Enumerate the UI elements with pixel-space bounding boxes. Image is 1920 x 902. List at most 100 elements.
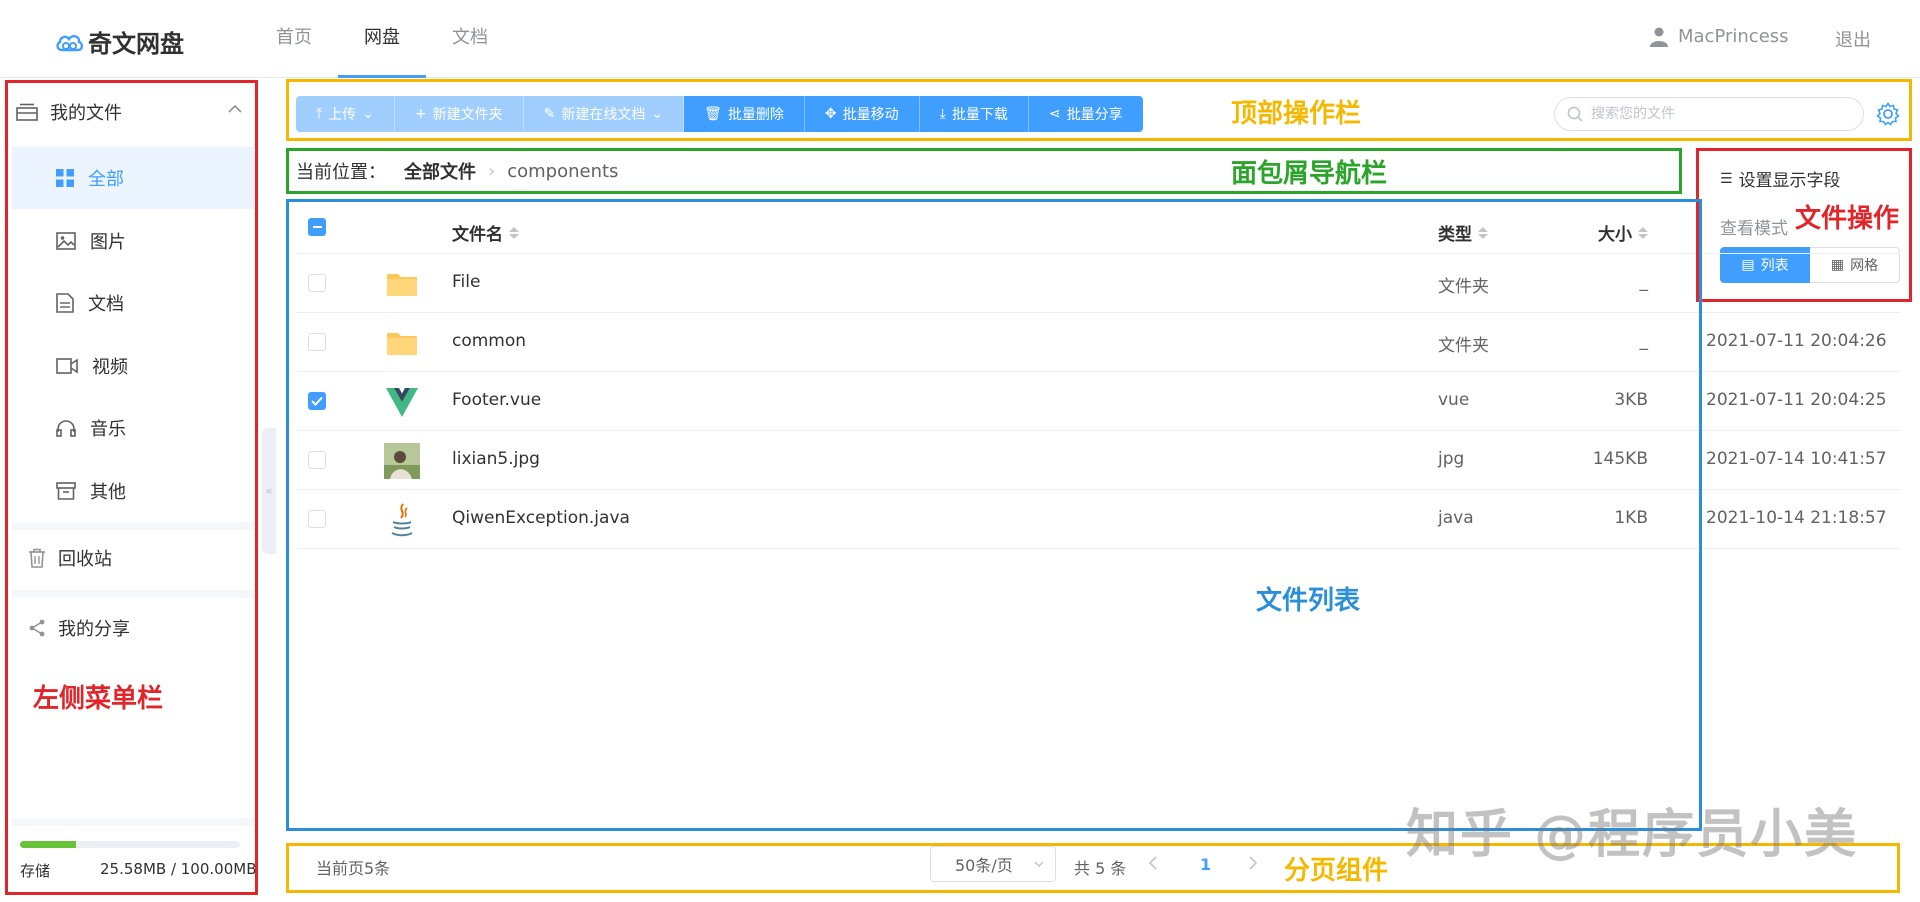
sidebar-item-images[interactable]: 图片 (12, 210, 254, 272)
row-checkbox[interactable] (308, 274, 326, 292)
trash-icon (29, 548, 45, 568)
storage-value: 25.58MB / 100.00MB (100, 860, 257, 878)
table-row[interactable]: lixian5.jpg jpg 145KB 2021-07-14 10:41:5… (296, 431, 1900, 490)
breadcrumb-label: 当前位置： (296, 162, 386, 183)
row-checkbox[interactable] (308, 392, 326, 410)
plus-icon: + (414, 106, 427, 122)
file-name[interactable]: Footer.vue (452, 390, 541, 410)
new-online-doc-button[interactable]: ✎ 新建在线文档 ⌄ (523, 96, 685, 132)
header-type-label: 类型 (1438, 225, 1472, 245)
file-size: 1KB (1614, 508, 1648, 528)
new-folder-button[interactable]: + 新建文件夹 (394, 96, 524, 132)
breadcrumb-root[interactable]: 全部文件 (404, 158, 476, 184)
file-name[interactable]: common (452, 331, 526, 351)
table-row[interactable]: File 文件夹 _ (296, 254, 1900, 313)
sort-icon[interactable] (1638, 226, 1648, 239)
sidebar-item-all[interactable]: 全部 (12, 147, 254, 209)
check-icon (311, 396, 323, 406)
page-number[interactable]: 1 (1200, 855, 1211, 874)
row-checkbox[interactable] (308, 451, 326, 469)
document-icon (56, 293, 74, 313)
sidebar-item-other[interactable]: 其他 (12, 460, 254, 522)
chevron-down-icon: ⌄ (651, 106, 664, 122)
sidebar-item-recycle[interactable]: 回收站 (28, 545, 112, 571)
sidebar-item-documents[interactable]: 文档 (12, 272, 254, 334)
sidebar-item-label: 文档 (88, 294, 124, 315)
set-display-fields-button[interactable]: ☰ 设置显示字段 (1720, 166, 1841, 192)
upload-label: 上传 (328, 107, 357, 123)
search-input[interactable] (1591, 106, 1851, 122)
folder-icon (387, 274, 417, 296)
sidebar-item-label: 图片 (90, 232, 126, 253)
sidebar-item-music[interactable]: 音乐 (12, 397, 254, 459)
header-filename-label: 文件名 (452, 225, 503, 245)
header-filename[interactable]: 文件名 (452, 220, 519, 245)
search-icon (1567, 106, 1583, 122)
header-type[interactable]: 类型 (1438, 220, 1488, 245)
chevron-down-icon: ⌄ (362, 106, 374, 122)
batch-move-button[interactable]: ✥ 批量移动 (804, 96, 920, 132)
row-checkbox[interactable] (308, 333, 326, 351)
my-files-menu[interactable]: 我的文件 (16, 94, 242, 130)
chevron-down-icon (1034, 861, 1044, 868)
sidebar-item-videos[interactable]: 视频 (12, 335, 254, 397)
nav-home[interactable]: 首页 (250, 0, 338, 78)
headphones-icon (56, 420, 76, 437)
table-row[interactable]: QiwenException.java java 1KB 2021-10-14 … (296, 490, 1900, 549)
annotation-label-pagination: 分页组件 (1284, 856, 1389, 886)
batch-download-button[interactable]: ⤓ 批量下载 (919, 96, 1029, 132)
annotation-label-top-bar: 顶部操作栏 (1231, 99, 1362, 129)
storage-progress (20, 841, 240, 848)
storage-label: 存储 (20, 862, 51, 880)
shares-label: 我的分享 (58, 619, 130, 640)
nav-docs[interactable]: 文档 (426, 0, 514, 78)
prev-page-icon[interactable] (1146, 853, 1160, 873)
file-name[interactable]: lixian5.jpg (452, 449, 540, 469)
watermark: 知乎 @程序员小美 (1406, 805, 1859, 865)
collapse-sidebar-handle[interactable]: « (262, 428, 276, 554)
row-checkbox[interactable] (308, 510, 326, 528)
file-date: 2021-07-11 20:04:25 (1706, 390, 1887, 410)
java-icon (391, 503, 413, 537)
sidebar-divider (12, 818, 254, 826)
operation-toolbar: ⤒ 上传 ⌄ + 新建文件夹 ✎ 新建在线文档 ⌄ 🗑 批量删除 ✥ 批量移动 … (296, 96, 1143, 132)
sidebar-item-label: 其他 (90, 482, 126, 503)
gear-icon[interactable] (1876, 102, 1900, 126)
chevron-up-icon[interactable] (228, 104, 242, 114)
annotation-label-file-ops: 文件操作 (1795, 204, 1900, 234)
folder-icon (387, 333, 417, 355)
logout-button[interactable]: 退出 (1835, 26, 1871, 52)
page-size-select[interactable]: 50条/页 (930, 846, 1056, 882)
file-date: 2021-07-11 20:04:26 (1706, 331, 1887, 351)
upload-button[interactable]: ⤒ 上传 ⌄ (296, 96, 395, 132)
download-icon: ⤓ (939, 106, 946, 122)
username: MacPrincess (1678, 26, 1789, 47)
file-name[interactable]: QiwenException.java (452, 508, 630, 528)
batch-delete-button[interactable]: 🗑 批量删除 (684, 96, 805, 132)
batch-share-button[interactable]: ⋖ 批量分享 (1028, 96, 1143, 132)
table-row[interactable]: Footer.vue vue 3KB 2021-07-11 20:04:25 (296, 372, 1900, 431)
logo-text: 奇文网盘 (88, 30, 184, 58)
nav-netdisk[interactable]: 网盘 (338, 0, 426, 78)
annotation-label-breadcrumb: 面包屑导航栏 (1231, 159, 1388, 189)
share-icon (29, 619, 45, 637)
sidebar-divider (12, 522, 254, 530)
file-size: _ (1639, 272, 1649, 292)
table-row[interactable]: common 文件夹 _ 2021-07-11 20:04:26 (296, 313, 1900, 372)
new-online-doc-label: 新建在线文档 (561, 107, 646, 123)
next-page-icon[interactable] (1246, 853, 1260, 873)
logo[interactable]: 奇文网盘 (54, 24, 184, 59)
user-menu[interactable]: MacPrincess (1650, 26, 1789, 47)
sort-icon[interactable] (509, 226, 519, 239)
header-size[interactable]: 大小 (1598, 220, 1648, 245)
select-all-checkbox[interactable] (308, 218, 326, 236)
vue-icon (386, 388, 418, 417)
sidebar-item-label: 全部 (88, 169, 124, 190)
sort-icon[interactable] (1478, 226, 1488, 239)
file-name[interactable]: File (452, 272, 480, 292)
file-size: 3KB (1614, 390, 1648, 410)
batch-move-label: 批量移动 (842, 107, 899, 123)
sidebar-item-label: 音乐 (90, 419, 126, 440)
breadcrumb: 当前位置： 全部文件 › components (296, 158, 618, 184)
sidebar-item-shares[interactable]: 我的分享 (28, 615, 130, 641)
